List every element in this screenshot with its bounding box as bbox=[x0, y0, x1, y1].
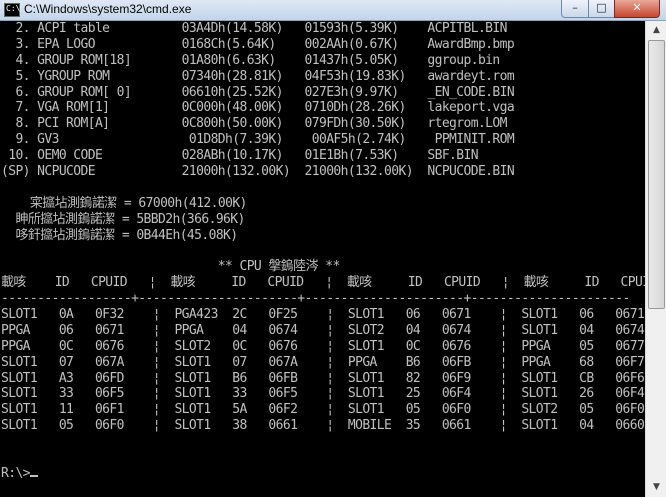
console-text: 2. ACPI table 03A4Dh(14.58K) 01593h(5.39… bbox=[1, 21, 645, 482]
scroll-up-arrow-icon[interactable]: ▲ bbox=[648, 22, 665, 39]
console-output-area[interactable]: 2. ACPI table 03A4Dh(14.58K) 01593h(5.39… bbox=[0, 21, 645, 497]
console-line: SLOT1 11 06F1 ¦ SLOT1 5A 06F2 ¦ SLOT1 05… bbox=[1, 402, 645, 418]
console-line: SLOT1 33 06F5 ¦ SLOT1 33 06F5 ¦ SLOT1 25… bbox=[1, 386, 645, 402]
command-prompt-line[interactable]: R:\> bbox=[1, 466, 645, 482]
console-line: SLOT1 07 067A ¦ SLOT1 07 067A ¦ PPGA B6 … bbox=[1, 354, 645, 370]
vertical-scrollbar[interactable]: ▲ ▼ bbox=[645, 21, 666, 497]
scroll-thumb[interactable] bbox=[648, 40, 665, 309]
console-line: 3. EPA LOGO 0168Ch(5.64K) 002AAh(0.67K) … bbox=[1, 36, 515, 52]
console-line: 2. ACPI table 03A4Dh(14.58K) 01593h(5.39… bbox=[1, 21, 507, 36]
maximize-button[interactable]: □ bbox=[588, 0, 615, 18]
console-line: (SP) NCPUCODE 21000h(132.00K) 21000h(132… bbox=[1, 164, 515, 180]
console-line: 8. PCI ROM[A] 0C800h(50.00K) 079FDh(30.5… bbox=[1, 116, 507, 132]
scroll-down-arrow-icon[interactable]: ▼ bbox=[648, 479, 665, 496]
console-line: 4. GROUP ROM[18] 01A80h(6.63K) 01437h(5.… bbox=[1, 52, 500, 68]
console-line: 6. GROUP ROM[ 0] 06610h(25.52K) 027E3h(9… bbox=[1, 84, 515, 100]
console-line: PPGA 06 0671 ¦ PPGA 04 0674 ¦ SLOT2 04 0… bbox=[1, 322, 645, 338]
console-line: ------------------+---------------------… bbox=[1, 291, 630, 307]
console-line: 10. OEM0 CODE 028ABh(10.17K) 01E1Bh(7.53… bbox=[1, 148, 478, 164]
command-prompt: R:\> bbox=[1, 465, 31, 481]
console-line: 眒斦攨坫測鎢諾潔 = 5BBD2h(366.96K) bbox=[1, 211, 245, 227]
console-line: 載咳 ID CPUID ¦ 載咳 ID CPUID ¦ 載咳 ID CPUID … bbox=[1, 275, 645, 291]
console-line: ** CPU 搫鎢陸涔 ** bbox=[1, 259, 340, 275]
console-line: 9. GV3 01D8Dh(7.39K) 00AF5h(2.74K) PPMIN… bbox=[1, 132, 515, 148]
console-line: SLOT1 0A 0F32 ¦ PGA423 2C 0F25 ¦ SLOT1 0… bbox=[1, 307, 645, 323]
console-line: 寀攨坫測鎢諾潔 = 67000h(412.00K) bbox=[1, 195, 247, 211]
console-line: SLOT1 A3 06FD ¦ SLOT1 B6 06FB ¦ SLOT1 82… bbox=[1, 370, 645, 386]
text-cursor bbox=[29, 474, 38, 477]
console-line: 5. YGROUP ROM 07340h(28.81K) 04F53h(19.8… bbox=[1, 68, 515, 84]
console-line: PPGA 0C 0676 ¦ SLOT2 0C 0676 ¦ SLOT1 0C … bbox=[1, 338, 645, 354]
minimize-button[interactable]: – bbox=[561, 0, 589, 18]
console-line: SLOT1 05 06F0 ¦ SLOT1 38 0661 ¦ MOBILE 3… bbox=[1, 418, 645, 434]
close-button[interactable]: ✕ bbox=[614, 0, 660, 18]
title-bar: C:\ C:\Windows\system32\cmd.exe – □ ✕ bbox=[0, 0, 666, 21]
window-title: C:\Windows\system32\cmd.exe bbox=[24, 2, 192, 16]
cmd-icon-text: C:\ bbox=[6, 4, 21, 13]
console-line: 哆釬攨坫測鎢諾潔 = 0B44Eh(45.08K) bbox=[1, 227, 238, 243]
cmd-app-icon[interactable]: C:\ bbox=[4, 3, 20, 17]
console-line: 7. VGA ROM[1] 0C000h(48.00K) 0710Dh(28.2… bbox=[1, 100, 515, 116]
